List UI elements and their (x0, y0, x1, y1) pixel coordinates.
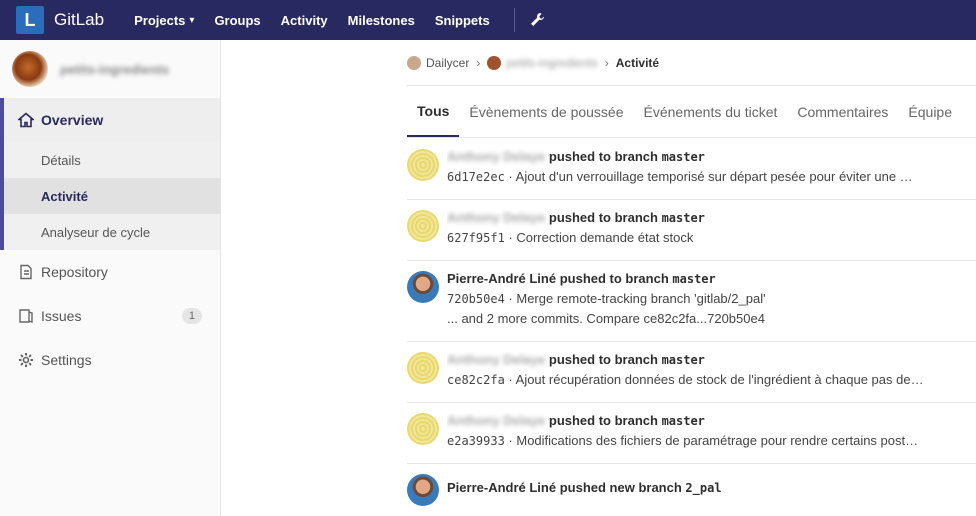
nav-projects[interactable]: Projects ▾ (134, 13, 194, 28)
tab-team[interactable]: Équipe (898, 86, 962, 137)
nav-activity[interactable]: Activity (281, 13, 328, 28)
breadcrumb: Dailycer › petits-ingredients › Activité (407, 40, 976, 86)
sidebar-item-overview[interactable]: Overview (4, 98, 220, 142)
sidebar-item-repository[interactable]: Repository (0, 250, 220, 294)
avatar[interactable] (407, 413, 439, 445)
event-branch[interactable]: master (662, 150, 705, 164)
sidebar-item-label: Overview (41, 112, 104, 128)
event-list: Anthony Delaye pushed to branch master 6… (407, 139, 976, 516)
event-author[interactable]: Pierre-André Liné (447, 271, 556, 286)
event-branch[interactable]: master (662, 353, 705, 367)
event-branch[interactable]: 2_pal (685, 481, 721, 495)
sidebar-item-settings[interactable]: Settings (0, 338, 220, 382)
tab-push-events[interactable]: Évènements de poussée (459, 86, 633, 137)
event-action: pushed to branch (559, 271, 669, 286)
commit-message: · Ajout récupération données de stock de… (508, 372, 924, 387)
sidebar-item-label: Issues (41, 308, 82, 324)
event-action: pushed to branch (548, 210, 658, 225)
avatar[interactable] (407, 149, 439, 181)
list-item: Anthony Delaye pushed to branch master c… (407, 342, 976, 403)
nav-milestones[interactable]: Milestones (348, 13, 415, 28)
event-author[interactable]: Anthony Delaye (447, 210, 545, 225)
commit-sha[interactable]: e2a39933 (447, 434, 505, 448)
gitlab-logo[interactable]: L (16, 6, 44, 34)
avatar[interactable] (407, 271, 439, 303)
issues-count-badge: 1 (181, 308, 202, 324)
chevron-down-icon: ▾ (189, 14, 195, 26)
group-avatar (407, 55, 421, 70)
sidebar-item-details[interactable]: Détails (4, 142, 220, 178)
nav-groups[interactable]: Groups (214, 13, 260, 28)
event-action: pushed to branch (548, 413, 658, 428)
list-item: Pierre-André Liné pushed new branch 2_pa… (407, 464, 976, 516)
event-branch[interactable]: master (662, 211, 705, 225)
commit-message: · Ajout d'un verrouillage temporisé sur … (508, 169, 913, 184)
avatar[interactable] (407, 210, 439, 242)
overview-section: Overview Détails Activité Analyseur de c… (0, 98, 220, 250)
commit-message: · Correction demande état stock (508, 230, 694, 245)
tab-comments[interactable]: Commentaires (787, 86, 898, 137)
wrench-icon[interactable] (529, 12, 545, 28)
sidebar-item-label: Repository (41, 264, 108, 280)
sidebar-item-cycle-analytics[interactable]: Analyseur de cycle (4, 214, 220, 250)
event-action: pushed to branch (548, 352, 658, 367)
project-avatar-small (487, 55, 502, 70)
event-branch[interactable]: master (672, 272, 715, 286)
list-item: Anthony Delaye pushed to branch master 6… (407, 200, 976, 261)
event-action: pushed to branch (548, 149, 658, 164)
gear-icon (19, 353, 33, 367)
nav-projects-label: Projects (134, 12, 186, 28)
avatar[interactable] (407, 474, 439, 506)
event-author[interactable]: Anthony Delaye (447, 149, 545, 164)
sidebar-item-activity[interactable]: Activité (4, 178, 220, 214)
commit-sha[interactable]: 6d17e2ec (447, 170, 505, 184)
list-item: Anthony Delaye pushed to branch master 6… (407, 139, 976, 200)
breadcrumb-current[interactable]: Activité (616, 56, 659, 70)
brand-name[interactable]: GitLab (54, 10, 104, 30)
avatar[interactable] (407, 352, 439, 384)
activity-tabs: Tous Évènements de poussée Événements du… (407, 86, 976, 138)
commit-sha[interactable]: ce82c2fa (447, 373, 505, 387)
list-item: Anthony Delaye pushed to branch master e… (407, 403, 976, 464)
document-icon (20, 264, 32, 280)
breadcrumb-separator: › (476, 55, 481, 70)
sidebar: petits-ingredients Overview Détails Acti… (0, 40, 221, 516)
project-name: petits-ingredients (60, 61, 170, 77)
event-author[interactable]: Pierre-André Liné (447, 480, 556, 495)
nav-divider (513, 8, 515, 32)
sidebar-item-issues[interactable]: Issues 1 (0, 294, 220, 338)
breadcrumb-group[interactable]: Dailycer (426, 56, 469, 70)
more-commits-compare[interactable]: ... and 2 more commits. Compare ce82c2fa… (447, 311, 976, 331)
breadcrumb-separator: › (604, 55, 609, 70)
sidebar-item-label: Settings (41, 352, 92, 368)
issues-icon (19, 309, 33, 323)
commit-message: · Merge remote-tracking branch 'gitlab/2… (508, 291, 766, 306)
commit-sha[interactable]: 720b50e4 (447, 292, 505, 306)
nav-snippets[interactable]: Snippets (435, 13, 490, 28)
top-navbar: L GitLab Projects ▾ Groups Activity Mile… (0, 0, 976, 40)
project-header[interactable]: petits-ingredients (0, 40, 220, 98)
commit-message: · Modifications des fichiers de paramétr… (508, 433, 919, 448)
event-action: pushed new branch (559, 480, 682, 495)
tab-all[interactable]: Tous (407, 86, 460, 137)
project-avatar (12, 51, 48, 87)
event-author[interactable]: Anthony Delaye (447, 352, 545, 367)
home-icon (18, 112, 34, 128)
tab-issue-events[interactable]: Événements du ticket (634, 86, 788, 137)
event-branch[interactable]: master (662, 414, 705, 428)
breadcrumb-project[interactable]: petits-ingredients (506, 56, 597, 70)
event-author[interactable]: Anthony Delaye (447, 413, 545, 428)
commit-sha[interactable]: 627f95f1 (447, 231, 505, 245)
list-item: Pierre-André Liné pushed to branch maste… (407, 261, 976, 342)
